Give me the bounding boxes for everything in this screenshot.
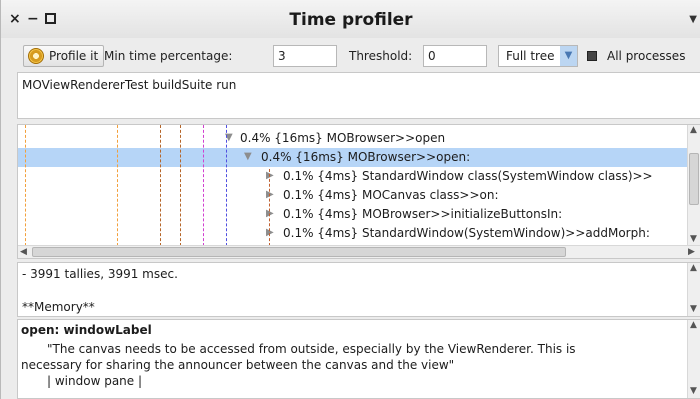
expanded-triangle-icon[interactable]: ▼ [244, 151, 252, 162]
call-tree-pane[interactable]: ▼ 0.4% {16ms} MOBrowser>>open ▼ 0.4% {16… [17, 124, 700, 259]
scroll-up-icon[interactable]: ▲ [690, 125, 697, 135]
tree-row[interactable]: ▶ 0.1% {4ms} MOBrowser>>initializeButton… [18, 205, 689, 224]
memory-header: **Memory** [22, 300, 95, 314]
tree-guide-line [226, 125, 227, 246]
tree-guide-line [269, 169, 270, 246]
tree-row[interactable]: ▶ 0.1% {4ms} StandardWindow class(System… [18, 167, 689, 186]
profile-it-button[interactable]: Profile it [23, 45, 105, 67]
call-tree: ▼ 0.4% {16ms} MOBrowser>>open ▼ 0.4% {16… [18, 125, 689, 246]
stats-scrollbar[interactable]: ▲ ▼ [687, 263, 700, 316]
threshold-label: Threshold: [349, 49, 413, 63]
tree-guide-line [117, 125, 118, 246]
tree-row-label: 0.4% {16ms} MOBrowser>>open [240, 131, 446, 145]
code-pane[interactable]: MOViewRendererTest buildSuite run [17, 72, 700, 119]
source-comment-line: necessary for sharing the announcer betw… [21, 358, 455, 372]
tree-vertical-scroll-thumb[interactable] [689, 153, 699, 205]
scroll-down-icon[interactable]: ▼ [690, 386, 697, 396]
all-processes-label: All processes [607, 49, 686, 63]
method-signature: open: windowLabel [21, 323, 152, 337]
tree-row[interactable]: ▶ 0.1% {4ms} MOCanvas class>>on: [18, 186, 689, 205]
stats-pane[interactable]: - 3991 tallies, 3991 msec. **Memory** ▲ … [17, 262, 700, 317]
tree-row-label: 0.4% {16ms} MOBrowser>>open: [261, 150, 471, 164]
tree-mode-value: Full tree [506, 49, 555, 63]
tree-guide-line [203, 125, 204, 246]
source-temps-line: | window pane | [47, 374, 143, 388]
tallies-text: - 3991 tallies, 3991 msec. [22, 267, 178, 281]
tree-row[interactable]: ▼ 0.4% {16ms} MOBrowser>>open [18, 129, 689, 148]
min-time-input[interactable]: 3 [273, 45, 337, 67]
source-scrollbar[interactable]: ▲ ▼ [687, 320, 700, 398]
profile-it-label: Profile it [49, 49, 99, 63]
tree-guide-line [160, 125, 161, 246]
tree-row-label: 0.1% {4ms} StandardWindow class(SystemWi… [283, 169, 653, 183]
tree-guide-line [180, 125, 181, 246]
scroll-right-icon[interactable]: ▶ [688, 247, 695, 257]
source-comment-line: "The canvas needs to be accessed from ou… [47, 342, 576, 356]
chevron-down-icon[interactable]: ▼ [560, 46, 577, 66]
tree-horizontal-scroll-thumb[interactable] [32, 247, 566, 257]
tree-guide-line [25, 125, 26, 246]
gear-icon [28, 48, 44, 64]
scroll-down-icon[interactable]: ▼ [690, 304, 697, 314]
tree-vertical-scrollbar[interactable]: ▲ ▼ [687, 125, 700, 246]
tree-row-label: 0.1% {4ms} MOBrowser>>initializeButtonsI… [283, 207, 563, 221]
tree-horizontal-scrollbar[interactable]: ◀ ▶ [18, 245, 700, 258]
scroll-left-icon[interactable]: ◀ [20, 247, 27, 257]
tree-row[interactable]: ▶ 0.1% {4ms} StandardWindow(SystemWindow… [18, 224, 689, 243]
scroll-up-icon[interactable]: ▲ [690, 320, 697, 330]
source-pane[interactable]: open: windowLabel "The canvas needs to b… [17, 319, 700, 399]
scroll-up-icon[interactable]: ▲ [690, 263, 697, 273]
title-bar[interactable]: × − Time profiler ▼ [1, 0, 700, 38]
min-time-label: Min time percentage: [104, 49, 233, 63]
window-title: Time profiler [289, 10, 413, 30]
threshold-input[interactable]: 0 [423, 45, 487, 67]
tree-row-selected[interactable]: ▼ 0.4% {16ms} MOBrowser>>open: [18, 148, 689, 167]
scroll-down-icon[interactable]: ▼ [690, 234, 697, 244]
time-profiler-window: × − Time profiler ▼ Profile it Min time … [0, 0, 700, 399]
toolbar: Profile it Min time percentage: 3 Thresh… [1, 41, 700, 71]
tree-row-label: 0.1% {4ms} MOCanvas class>>on: [283, 188, 499, 202]
tree-row-label: 0.1% {4ms} StandardWindow(SystemWindow)>… [283, 226, 650, 240]
tree-mode-select[interactable]: Full tree ▼ [498, 45, 578, 67]
code-text: MOViewRendererTest buildSuite run [22, 78, 237, 92]
all-processes-checkbox[interactable] [587, 51, 597, 61]
window-menu-icon[interactable]: ▼ [689, 14, 697, 25]
